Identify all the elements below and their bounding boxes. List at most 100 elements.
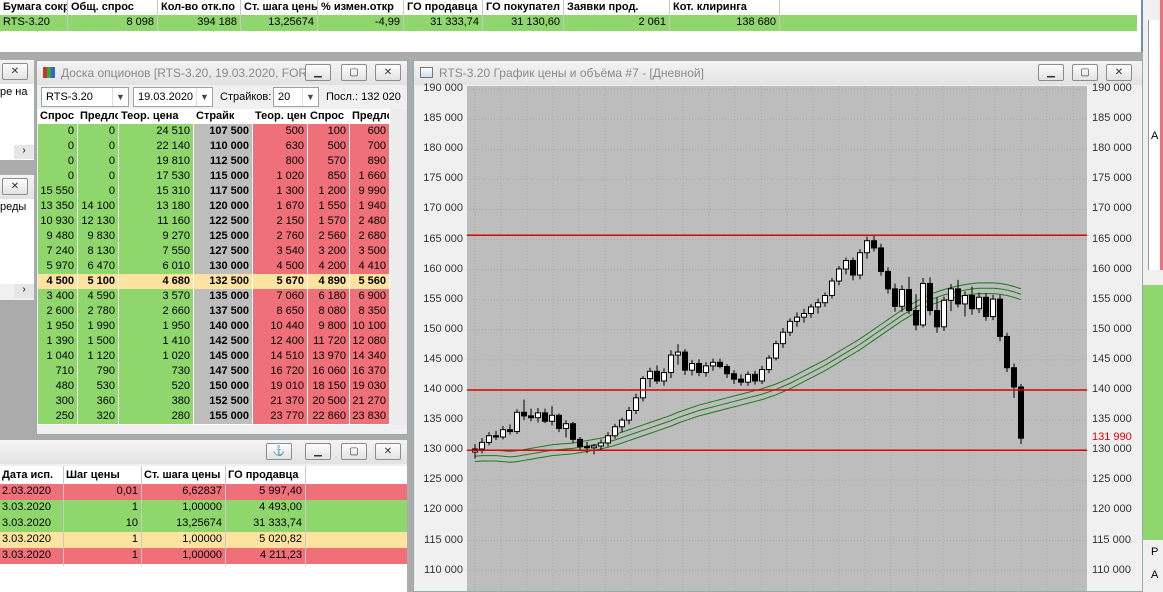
option-cell[interactable]: 280 xyxy=(119,409,193,424)
option-cell[interactable]: 7 550 xyxy=(119,244,193,259)
column-header[interactable]: Бумага сокр. xyxy=(3,0,68,15)
option-cell[interactable]: 8 130 xyxy=(78,244,118,259)
column-header[interactable]: Теор. цен xyxy=(255,109,307,124)
option-cell[interactable]: 250 xyxy=(38,409,77,424)
strike-cell[interactable]: 145 000 xyxy=(194,349,252,364)
option-cell[interactable]: 7 240 xyxy=(38,244,77,259)
option-cell[interactable]: 1 040 xyxy=(38,349,77,364)
option-cell[interactable]: 19 010 xyxy=(253,379,307,394)
column-header[interactable]: Общ. спрос xyxy=(71,0,158,15)
strike-cell[interactable]: 147 500 xyxy=(194,364,252,379)
option-cell[interactable]: 380 xyxy=(119,394,193,409)
option-cell[interactable]: 4 200 xyxy=(308,259,349,274)
close-button[interactable]: ✕ xyxy=(375,64,401,81)
option-cell[interactable]: 0 xyxy=(38,139,77,154)
option-cell[interactable]: 570 xyxy=(308,154,349,169)
option-cell[interactable]: 890 xyxy=(350,154,389,169)
maximize-button[interactable]: ▢ xyxy=(341,443,367,460)
column-header[interactable]: Предлс xyxy=(80,109,118,124)
strike-cell[interactable]: 155 000 xyxy=(194,409,252,424)
scroll-right-icon[interactable]: › xyxy=(14,145,34,159)
option-cell[interactable]: 800 xyxy=(253,154,307,169)
strike-cell[interactable]: 137 500 xyxy=(194,304,252,319)
column-header[interactable]: ГО продавца xyxy=(228,468,305,483)
option-cell[interactable]: 2 660 xyxy=(119,304,193,319)
option-cell[interactable]: 700 xyxy=(350,139,389,154)
option-cell[interactable]: 4 500 xyxy=(253,259,307,274)
option-cell[interactable]: 21 270 xyxy=(350,394,389,409)
column-header[interactable]: Теор. цена xyxy=(121,109,193,124)
option-cell[interactable]: 850 xyxy=(308,169,349,184)
close-button[interactable]: ✕ xyxy=(375,443,401,460)
price-chart-plot[interactable] xyxy=(467,86,1087,592)
option-cell[interactable]: 1 950 xyxy=(119,319,193,334)
option-cell[interactable]: 8 350 xyxy=(350,304,389,319)
column-header[interactable]: ГО продавца xyxy=(407,0,483,15)
maximize-button[interactable]: ▢ xyxy=(1072,64,1098,81)
strike-cell[interactable]: 122 500 xyxy=(194,214,252,229)
option-cell[interactable]: 500 xyxy=(253,124,307,139)
option-cell[interactable]: 16 060 xyxy=(308,364,349,379)
option-cell[interactable]: 9 800 xyxy=(308,319,349,334)
column-header[interactable]: Ст. шага цены xyxy=(244,0,318,15)
option-cell[interactable]: 530 xyxy=(78,379,118,394)
option-cell[interactable]: 630 xyxy=(253,139,307,154)
option-cell[interactable]: 3 570 xyxy=(119,289,193,304)
option-cell[interactable]: 4 500 xyxy=(38,274,77,289)
strike-cell[interactable]: 110 000 xyxy=(194,139,252,154)
option-cell[interactable]: 23 830 xyxy=(350,409,389,424)
option-cell[interactable]: 2 600 xyxy=(38,304,77,319)
column-header[interactable]: Ст. шага цены xyxy=(144,468,225,483)
option-cell[interactable]: 10 440 xyxy=(253,319,307,334)
option-cell[interactable]: 1 300 xyxy=(253,184,307,199)
option-cell[interactable]: 13 350 xyxy=(38,199,77,214)
option-cell[interactable]: 17 530 xyxy=(119,169,193,184)
option-cell[interactable]: 500 xyxy=(308,139,349,154)
option-cell[interactable]: 3 400 xyxy=(38,289,77,304)
option-cell[interactable]: 5 970 xyxy=(38,259,77,274)
option-cell[interactable]: 0 xyxy=(78,139,118,154)
option-cell[interactable]: 0 xyxy=(38,154,77,169)
option-cell[interactable]: 0 xyxy=(38,124,77,139)
option-cell[interactable]: 14 510 xyxy=(253,349,307,364)
column-header[interactable]: Заявки прод. xyxy=(567,0,670,15)
option-cell[interactable]: 5 560 xyxy=(350,274,389,289)
close-button-left-2[interactable]: ✕ xyxy=(2,178,28,195)
option-cell[interactable]: 2 760 xyxy=(253,229,307,244)
column-header[interactable]: Кот. клиринга xyxy=(673,0,780,15)
option-cell[interactable]: 2 560 xyxy=(308,229,349,244)
option-cell[interactable]: 13 970 xyxy=(308,349,349,364)
option-cell[interactable]: 1 200 xyxy=(308,184,349,199)
option-cell[interactable]: 14 100 xyxy=(78,199,118,214)
option-cell[interactable]: 5 100 xyxy=(78,274,118,289)
option-cell[interactable]: 14 340 xyxy=(350,349,389,364)
column-header[interactable]: Предло xyxy=(352,109,389,124)
option-cell[interactable]: 20 500 xyxy=(308,394,349,409)
option-cell[interactable]: 1 390 xyxy=(38,334,77,349)
option-cell[interactable]: 24 510 xyxy=(119,124,193,139)
option-cell[interactable]: 11 160 xyxy=(119,214,193,229)
column-header[interactable]: Спрос xyxy=(310,109,349,124)
option-cell[interactable]: 6 010 xyxy=(119,259,193,274)
scroll-right-icon[interactable]: › xyxy=(14,284,34,298)
option-cell[interactable]: 16 720 xyxy=(253,364,307,379)
option-cell[interactable]: 11 720 xyxy=(308,334,349,349)
option-cell[interactable]: 10 100 xyxy=(350,319,389,334)
column-header[interactable]: ГО покупател xyxy=(486,0,564,15)
option-cell[interactable]: 3 200 xyxy=(308,244,349,259)
option-cell[interactable]: 9 990 xyxy=(350,184,389,199)
option-cell[interactable]: 2 680 xyxy=(350,229,389,244)
option-cell[interactable]: 9 270 xyxy=(119,229,193,244)
strike-cell[interactable]: 152 500 xyxy=(194,394,252,409)
strike-cell[interactable]: 117 500 xyxy=(194,184,252,199)
option-cell[interactable]: 730 xyxy=(119,364,193,379)
option-cell[interactable]: 15 310 xyxy=(119,184,193,199)
close-button[interactable]: ✕ xyxy=(1106,64,1132,81)
strike-cell[interactable]: 132 500 xyxy=(194,274,252,289)
option-cell[interactable]: 710 xyxy=(38,364,77,379)
option-cell[interactable]: 8 650 xyxy=(253,304,307,319)
strike-cell[interactable]: 107 500 xyxy=(194,124,252,139)
minimize-button[interactable]: ▁ xyxy=(305,443,331,460)
option-cell[interactable]: 4 590 xyxy=(78,289,118,304)
close-button-left-1[interactable]: ✕ xyxy=(2,63,28,80)
